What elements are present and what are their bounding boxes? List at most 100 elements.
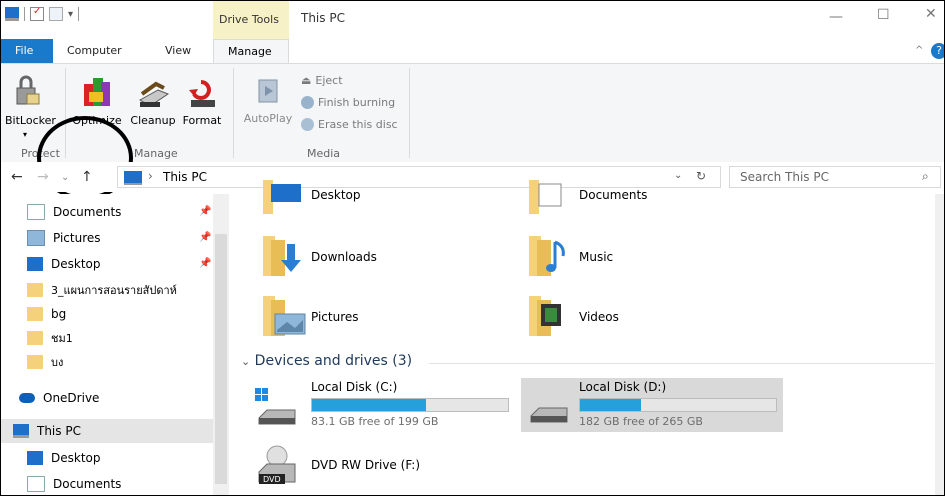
- folder-label-music[interactable]: Music: [579, 250, 613, 264]
- ribbon-separator-3: [409, 68, 410, 158]
- tab-manage[interactable]: Manage: [213, 39, 289, 63]
- local-disk-c-icon[interactable]: [255, 384, 299, 430]
- nav-item-desktop[interactable]: Desktop: [27, 446, 101, 470]
- nav-item-label: Desktop: [51, 257, 101, 271]
- autoplay-button[interactable]: AutoPlay: [241, 70, 295, 146]
- nav-item-documents[interactable]: Documents: [27, 472, 122, 495]
- desktop-folder-icon[interactable]: [261, 176, 309, 220]
- up-arrow-icon[interactable]: ↑: [81, 169, 93, 185]
- format-label: Format: [182, 114, 222, 127]
- format-icon: [189, 80, 215, 107]
- nav-item-label: 3_แผนการสอนรายสัปดาห์: [51, 284, 177, 297]
- documents-icon: [27, 476, 45, 492]
- content-scrollbar[interactable]: [935, 194, 944, 495]
- new-folder-icon[interactable]: [49, 7, 63, 21]
- format-button[interactable]: Format: [179, 70, 225, 146]
- navigation-pane: Documents 📌 ^ Pictures 📌 Desktop 📌 3_แผน…: [1, 194, 229, 495]
- maximize-button[interactable]: ☐: [877, 7, 890, 23]
- nav-item-folder[interactable]: ชม1: [27, 326, 73, 350]
- tab-computer[interactable]: Computer: [67, 44, 122, 57]
- folder-label-videos[interactable]: Videos: [579, 310, 619, 324]
- music-folder-icon[interactable]: [527, 234, 575, 278]
- optimize-icon: [84, 78, 110, 106]
- local-disk-d-icon[interactable]: [527, 390, 571, 430]
- this-pc-icon: [124, 171, 142, 185]
- pictures-icon: [27, 230, 45, 246]
- cleanup-button[interactable]: Cleanup: [129, 70, 177, 146]
- bitlocker-dropdown-icon: ▾: [23, 130, 28, 139]
- recent-locations-icon[interactable]: ⌄: [61, 172, 69, 183]
- folder-label-documents[interactable]: Documents: [579, 188, 647, 202]
- close-button[interactable]: ✕: [925, 6, 937, 22]
- address-row: ← → ⌄ ↑ › This PC ⌄ ↻ Search This PC ⌕: [1, 162, 944, 192]
- breadcrumb[interactable]: This PC: [163, 170, 207, 184]
- this-pc-icon: [13, 424, 29, 438]
- nav-scroll-thumb[interactable]: [215, 234, 227, 484]
- breadcrumb-chevron-icon[interactable]: ›: [148, 169, 153, 183]
- nav-item-label: OneDrive: [43, 391, 100, 405]
- nav-scrollbar[interactable]: [213, 194, 229, 495]
- folder-label-pictures[interactable]: Pictures: [311, 310, 359, 324]
- nav-item-onedrive[interactable]: OneDrive: [19, 386, 99, 410]
- drive-usage-bar-c: [311, 398, 509, 412]
- finish-burning-label: Finish burning: [318, 96, 396, 109]
- search-input[interactable]: Search This PC ⌕: [729, 166, 941, 188]
- bitlocker-button[interactable]: BitLocker ▾: [5, 70, 56, 146]
- search-placeholder: Search This PC: [740, 170, 829, 184]
- folder-icon: [27, 331, 43, 345]
- tab-file-label: File: [15, 44, 34, 57]
- pin-icon[interactable]: 📌: [199, 206, 211, 217]
- nav-item-label: Desktop: [51, 451, 101, 465]
- erase-disc-button[interactable]: Erase this disc: [301, 118, 398, 131]
- nav-item-label: Pictures: [53, 231, 101, 245]
- eject-button[interactable]: ⏏ Eject: [301, 74, 343, 87]
- nav-item-folder[interactable]: 3_แผนการสอนรายสัปดาห์: [27, 278, 177, 302]
- eject-icon: ⏏: [301, 74, 312, 87]
- drive-usage-fill-d: [580, 399, 641, 411]
- nav-item-this-pc[interactable]: This PC: [13, 419, 81, 443]
- help-icon[interactable]: ?: [931, 43, 944, 59]
- forward-arrow-icon[interactable]: →: [37, 169, 49, 185]
- collapse-ribbon-icon[interactable]: ^: [915, 45, 923, 56]
- tab-file[interactable]: File: [1, 39, 53, 63]
- drive-label-d[interactable]: Local Disk (D:): [579, 380, 666, 394]
- folder-label-downloads[interactable]: Downloads: [311, 250, 377, 264]
- nav-item-label: bg: [51, 307, 67, 321]
- properties-icon[interactable]: ✓: [30, 6, 44, 21]
- erase-disc-icon: [301, 118, 314, 131]
- nav-item-desktop[interactable]: Desktop: [27, 252, 101, 276]
- downloads-folder-icon[interactable]: [261, 234, 309, 278]
- folder-label-desktop[interactable]: Desktop: [311, 188, 361, 202]
- address-bar[interactable]: › This PC ⌄ ↻: [117, 166, 721, 188]
- documents-folder-icon[interactable]: [527, 176, 575, 220]
- nav-item-folder[interactable]: บง: [27, 350, 63, 374]
- ribbon: BitLocker ▾ Optimize Cleanup Format Prot…: [1, 63, 944, 200]
- section-collapse-icon[interactable]: ⌄: [241, 355, 250, 368]
- burn-disc-icon: [301, 96, 314, 109]
- explorer-window: ✓ ▾ Drive Tools This PC — ☐ ✕ File Compu…: [0, 0, 945, 496]
- drive-label-c[interactable]: Local Disk (C:): [311, 380, 397, 394]
- videos-folder-icon[interactable]: [527, 294, 575, 338]
- pictures-folder-icon[interactable]: [261, 294, 309, 338]
- tab-view[interactable]: View: [165, 44, 191, 57]
- cleanup-label: Cleanup: [130, 114, 176, 127]
- back-arrow-icon[interactable]: ←: [11, 169, 23, 185]
- pin-icon[interactable]: 📌: [199, 232, 211, 243]
- minimize-button[interactable]: —: [829, 9, 843, 25]
- nav-item-folder[interactable]: bg: [27, 302, 66, 326]
- desktop-icon: [27, 257, 43, 271]
- nav-item-documents[interactable]: Documents: [27, 200, 121, 224]
- qat-dropdown-icon[interactable]: ▾: [68, 9, 73, 20]
- dvd-drive-icon[interactable]: DVD: [255, 442, 299, 488]
- nav-item-pictures[interactable]: Pictures: [27, 226, 101, 250]
- refresh-icon[interactable]: ↻: [696, 169, 706, 183]
- address-dropdown-icon[interactable]: ⌄: [674, 170, 682, 181]
- pin-icon[interactable]: 📌: [199, 258, 211, 269]
- title-bar: ✓ ▾ Drive Tools This PC — ☐ ✕: [1, 1, 944, 39]
- drive-label-f[interactable]: DVD RW Drive (F:): [311, 458, 420, 472]
- devices-section-header[interactable]: ⌄ Devices and drives (3): [241, 353, 412, 369]
- finish-burning-button[interactable]: Finish burning: [301, 96, 395, 109]
- erase-disc-label: Erase this disc: [318, 118, 398, 131]
- nav-item-label: Documents: [53, 477, 122, 491]
- drive-tools-context-header: Drive Tools: [213, 1, 289, 39]
